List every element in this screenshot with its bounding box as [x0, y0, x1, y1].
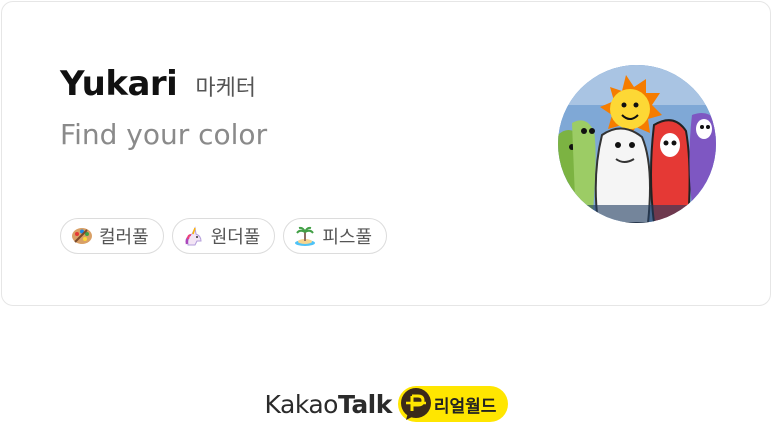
p-speech-bubble-icon [398, 386, 434, 422]
island-icon [294, 225, 316, 247]
realworld-badge[interactable]: 리얼월드 [397, 386, 509, 422]
palette-icon [71, 226, 93, 246]
chip-wonderful[interactable]: 원더풀 [171, 218, 276, 254]
footer-branding: KakaoTalk 리얼월드 [0, 386, 773, 422]
brand-bold: Talk [337, 389, 392, 419]
profile-card: Yukari 마케터 Find your color 컬러풀 원더풀 피스풀 [1, 1, 771, 306]
unicorn-icon [183, 225, 205, 247]
chip-label: 컬러풀 [99, 227, 149, 248]
chip-label: 원더풀 [210, 227, 261, 248]
tag-chips: 컬러풀 원더풀 피스풀 [60, 218, 388, 254]
kakaotalk-logo[interactable]: KakaoTalk [264, 389, 393, 419]
chip-colorful[interactable]: 컬러풀 [60, 218, 164, 254]
badge-label: 리얼월드 [433, 396, 497, 417]
chip-label: 피스풀 [322, 227, 373, 248]
profile-tagline: Find your color [60, 118, 268, 151]
profile-name: Yukari [60, 64, 178, 104]
profile-role: 마케터 [195, 76, 257, 101]
name-row: Yukari 마케터 [60, 64, 256, 104]
brand-light: Kakao [264, 389, 339, 419]
chip-peaceful[interactable]: 피스풀 [283, 218, 388, 254]
profile-avatar [558, 65, 716, 223]
